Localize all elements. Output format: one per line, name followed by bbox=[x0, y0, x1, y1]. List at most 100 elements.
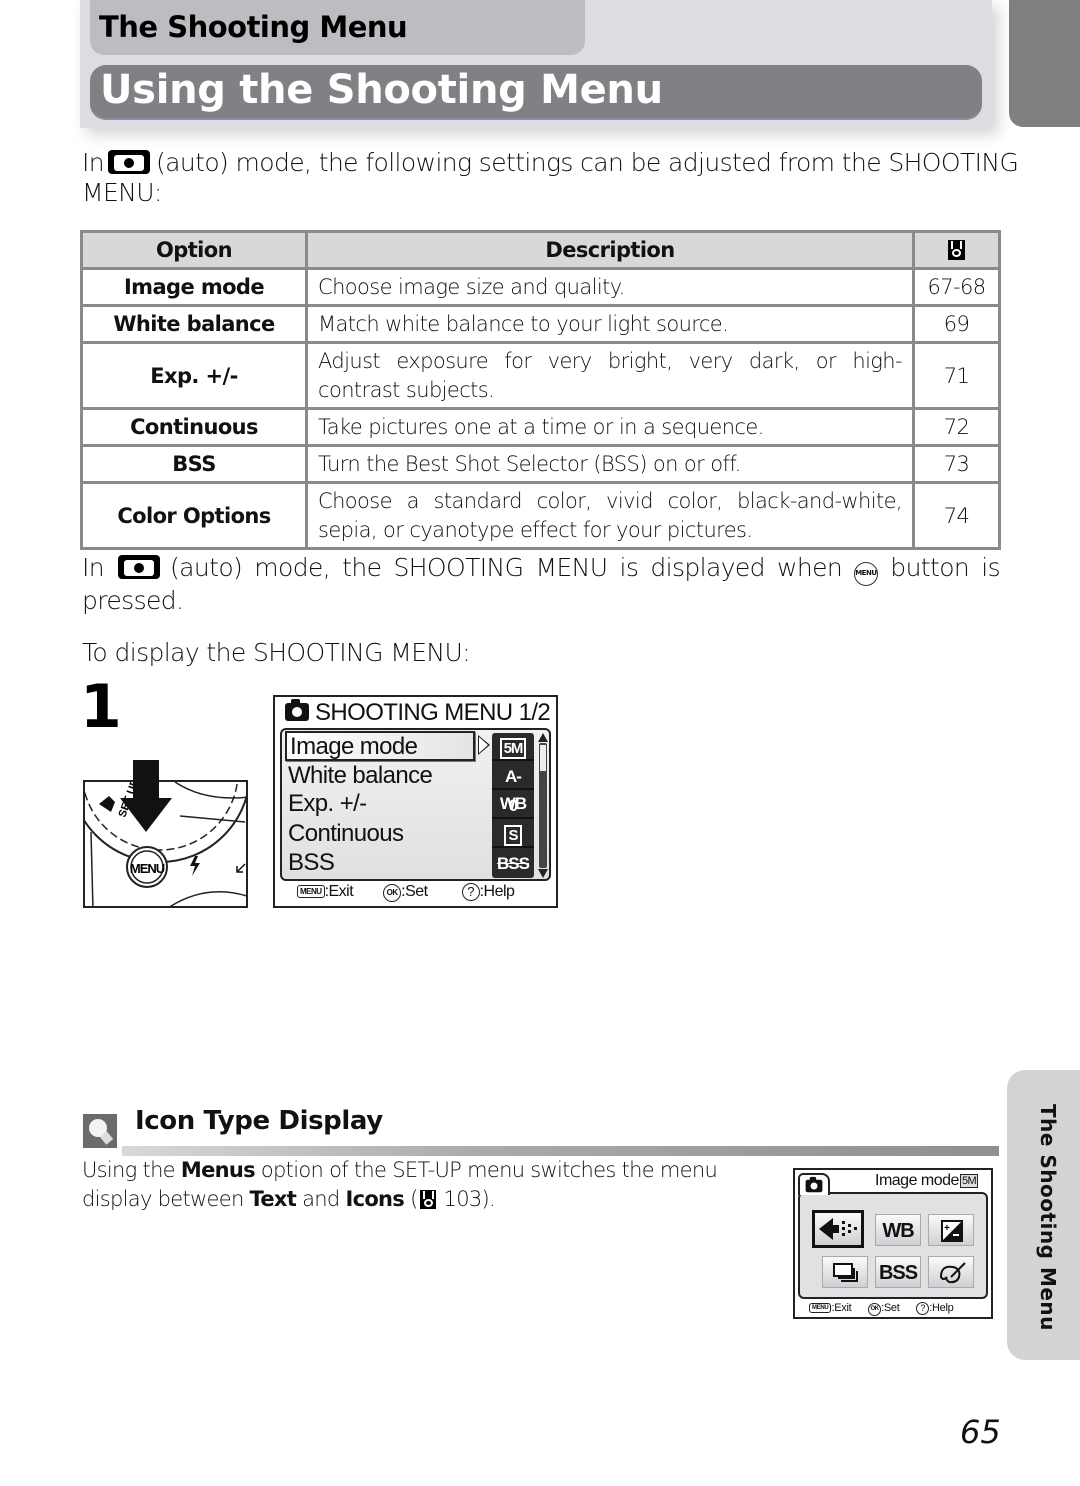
page-reference-icon bbox=[948, 240, 965, 260]
note-text-line2: pressed. bbox=[82, 586, 184, 615]
option-name: White balance bbox=[80, 304, 308, 344]
option-description: Turn the Best Shot Selector (BSS) on or … bbox=[305, 444, 915, 484]
menu-item-white-balance[interactable]: White balance bbox=[288, 762, 433, 790]
table-row: Image mode Choose image size and quality… bbox=[80, 267, 1001, 307]
auto-mode-camera-icon bbox=[118, 555, 161, 579]
image-mode-icon[interactable] bbox=[812, 1210, 864, 1248]
icon-screen-footer: MENU:Exit OK:Set ?:Help bbox=[809, 1302, 954, 1316]
option-name: Image mode bbox=[80, 267, 308, 307]
step-number: 1 bbox=[80, 672, 122, 742]
help-key-icon: ? bbox=[461, 883, 480, 901]
white-balance-icon[interactable]: WB bbox=[875, 1214, 921, 1246]
menu-item-bss[interactable]: BSS bbox=[288, 849, 335, 877]
intro-prefix: In bbox=[82, 148, 105, 177]
chapter-thumb-tab bbox=[1009, 0, 1080, 127]
page-number: 65 bbox=[960, 1413, 1001, 1451]
note-text-line1-end: button is bbox=[890, 553, 1000, 582]
menu-key-icon: MENU bbox=[809, 1303, 832, 1313]
exit-hint: :Exit bbox=[324, 883, 354, 900]
option-description: Choose a standard color, vivid color, bl… bbox=[305, 481, 915, 550]
table-row: White balance Match white balance to you… bbox=[80, 304, 1001, 344]
value-continuous: S bbox=[492, 821, 534, 848]
value-bss: BSS bbox=[497, 854, 530, 873]
help-hint: :Help bbox=[479, 883, 515, 900]
scroll-thumb[interactable] bbox=[540, 745, 546, 771]
option-description: Take pictures one at a time or in a sequ… bbox=[305, 407, 915, 447]
icons-term: Icons bbox=[345, 1187, 405, 1211]
camera-icon bbox=[805, 1176, 823, 1193]
menu-key-icon: MENU bbox=[297, 885, 325, 898]
continuous-icon[interactable] bbox=[822, 1256, 868, 1288]
menu-item-exposure[interactable]: Exp. +/- bbox=[288, 790, 367, 818]
chapter-header: The Shooting Menu bbox=[90, 0, 585, 55]
icon-menu-screen: Image mode 5M WB + BSS MENU:Exit OK:Set ?… bbox=[793, 1168, 993, 1319]
value-image-mode: 5M bbox=[492, 734, 534, 761]
submenu-arrow-icon bbox=[478, 735, 490, 755]
intro-paragraph: In (auto) mode, the following settings ca… bbox=[82, 148, 1019, 208]
note-text-line1: (auto) mode, the SHOOTING MENU is displa… bbox=[170, 553, 843, 582]
table-row: Continuous Take pictures one at a time o… bbox=[80, 407, 1001, 447]
tip-title: Icon Type Display bbox=[135, 1106, 383, 1136]
intro-text-line2: MENU: bbox=[82, 178, 162, 207]
chapter-title: The Shooting Menu bbox=[99, 10, 408, 44]
menu-button-icon: MENU bbox=[854, 562, 879, 586]
option-page: 71 bbox=[912, 341, 1001, 410]
scroll-down-icon bbox=[538, 869, 548, 878]
option-page: 69 bbox=[912, 304, 1001, 344]
text-term: Text bbox=[249, 1187, 297, 1211]
option-page: 67-68 bbox=[912, 267, 1001, 307]
header-page bbox=[912, 230, 1001, 270]
tip-divider bbox=[122, 1146, 999, 1156]
icon-screen-label: Image mode 5M bbox=[875, 1172, 979, 1189]
shooting-menu-screen: SHOOTING MENU 1/2 Image mode White balan… bbox=[273, 695, 558, 908]
menu-item-image-mode[interactable]: Image mode bbox=[285, 731, 475, 761]
option-description: Match white balance to your light source… bbox=[305, 304, 915, 344]
image-size-badge: 5M bbox=[959, 1174, 979, 1188]
menu-item-continuous[interactable]: Continuous bbox=[288, 820, 404, 848]
table-row: Color Options Choose a standard color, v… bbox=[80, 481, 1001, 550]
table-row: BSS Turn the Best Shot Selector (BSS) on… bbox=[80, 444, 1001, 484]
option-description: Choose image size and quality. bbox=[305, 267, 915, 307]
scroll-up-icon bbox=[538, 733, 548, 742]
table-header-row: Option Description bbox=[80, 230, 1001, 270]
option-description: Adjust exposure for very bright, very da… bbox=[305, 341, 915, 410]
screen-footer: MENU:Exit OK:Set ?:Help bbox=[275, 883, 556, 902]
option-name: BSS bbox=[80, 444, 308, 484]
auto-mode-camera-icon bbox=[108, 150, 151, 174]
chapter-side-tab: The Shooting Menu bbox=[1007, 1070, 1080, 1360]
page-title: Using the Shooting Menu bbox=[100, 67, 663, 113]
header-description: Description bbox=[305, 230, 915, 270]
camera-icon bbox=[285, 699, 309, 721]
header-option: Option bbox=[80, 230, 308, 270]
exposure-icon[interactable]: + bbox=[928, 1214, 974, 1246]
ok-key-icon: OK bbox=[383, 884, 402, 902]
help-key-icon: ? bbox=[916, 1302, 930, 1315]
menu-values-column: 5M A-WB 0 S BSS bbox=[492, 733, 534, 878]
option-name: Exp. +/- bbox=[80, 341, 308, 410]
intro-text-line1: (auto) mode, the following settings can … bbox=[156, 148, 1019, 177]
flash-icon bbox=[190, 856, 200, 876]
icon-grid-panel: WB + BSS bbox=[798, 1192, 988, 1299]
option-page: 74 bbox=[912, 481, 1001, 550]
press-arrow-shaft bbox=[133, 760, 159, 800]
note-prefix: In bbox=[82, 553, 105, 582]
value-exposure: 0 bbox=[492, 792, 534, 819]
menu-list-panel: Image mode White balance Exp. +/- Contin… bbox=[280, 728, 551, 881]
screen-title: SHOOTING MENU 1/2 bbox=[285, 699, 551, 727]
press-arrow-icon bbox=[120, 798, 172, 832]
svg-text:MENU: MENU bbox=[130, 861, 165, 876]
table-row: Exp. +/- Adjust exposure for very bright… bbox=[80, 341, 1001, 410]
color-options-icon[interactable] bbox=[928, 1256, 974, 1288]
option-name: Continuous bbox=[80, 407, 308, 447]
set-hint: :Set bbox=[401, 883, 428, 900]
page-reference-icon bbox=[419, 1190, 436, 1209]
scrollbar[interactable] bbox=[538, 733, 548, 878]
side-tab-label: The Shooting Menu bbox=[1036, 1104, 1060, 1331]
display-note-paragraph: In (auto) mode, the SHOOTING MENU is disp… bbox=[82, 553, 1001, 616]
option-page: 73 bbox=[912, 444, 1001, 484]
bss-icon[interactable]: BSS bbox=[875, 1256, 921, 1288]
camera-tab[interactable] bbox=[798, 1173, 830, 1195]
to-display-heading: To display the SHOOTING MENU: bbox=[82, 638, 471, 667]
tip-lightbulb-icon bbox=[83, 1114, 117, 1148]
tip-text: Using the Menus option of the SET-UP men… bbox=[82, 1158, 718, 1211]
